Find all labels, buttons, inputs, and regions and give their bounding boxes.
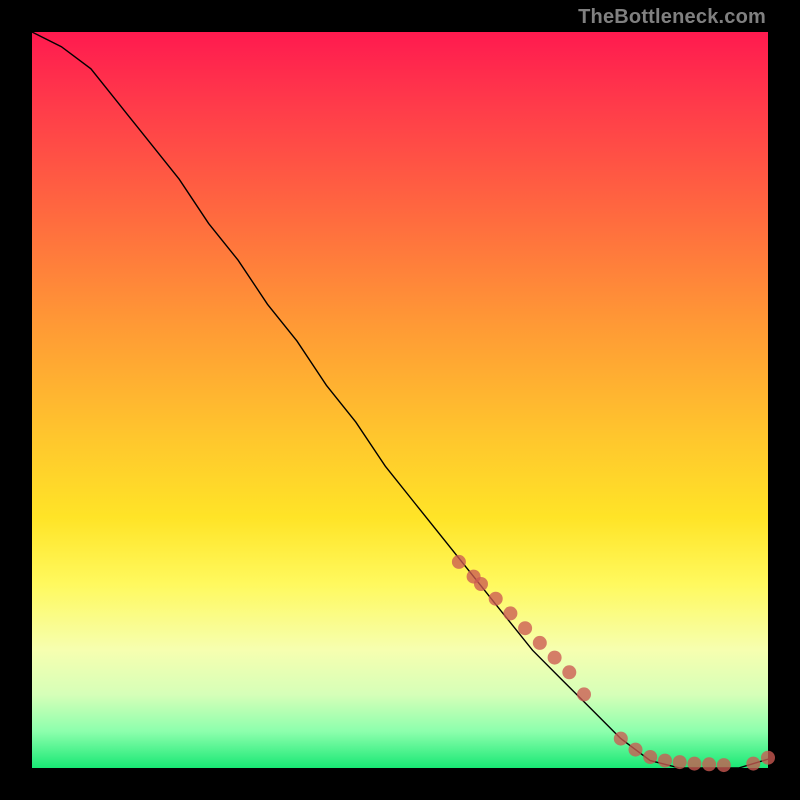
scatter-dot xyxy=(746,757,760,771)
scatter-dot xyxy=(562,665,576,679)
scatter-dot xyxy=(658,754,672,768)
scatter-dot xyxy=(614,732,628,746)
scatter-dot xyxy=(533,636,547,650)
scatter-dot xyxy=(687,757,701,771)
scatter-dot xyxy=(673,755,687,769)
chart-frame: TheBottleneck.com xyxy=(0,0,800,800)
bottleneck-curve xyxy=(32,32,768,768)
scatter-dot xyxy=(702,757,716,771)
scatter-dot xyxy=(474,577,488,591)
chart-svg xyxy=(32,32,768,768)
scatter-dot xyxy=(717,758,731,772)
plot-area xyxy=(32,32,768,768)
scatter-dot xyxy=(503,606,517,620)
scatter-dot xyxy=(577,687,591,701)
scatter-dot xyxy=(629,743,643,757)
scatter-dot xyxy=(643,750,657,764)
scatter-dot xyxy=(518,621,532,635)
scatter-dot xyxy=(489,592,503,606)
scatter-dot xyxy=(761,751,775,765)
watermark-text: TheBottleneck.com xyxy=(578,6,766,29)
scatter-dots xyxy=(452,555,775,772)
scatter-dot xyxy=(548,651,562,665)
scatter-dot xyxy=(452,555,466,569)
